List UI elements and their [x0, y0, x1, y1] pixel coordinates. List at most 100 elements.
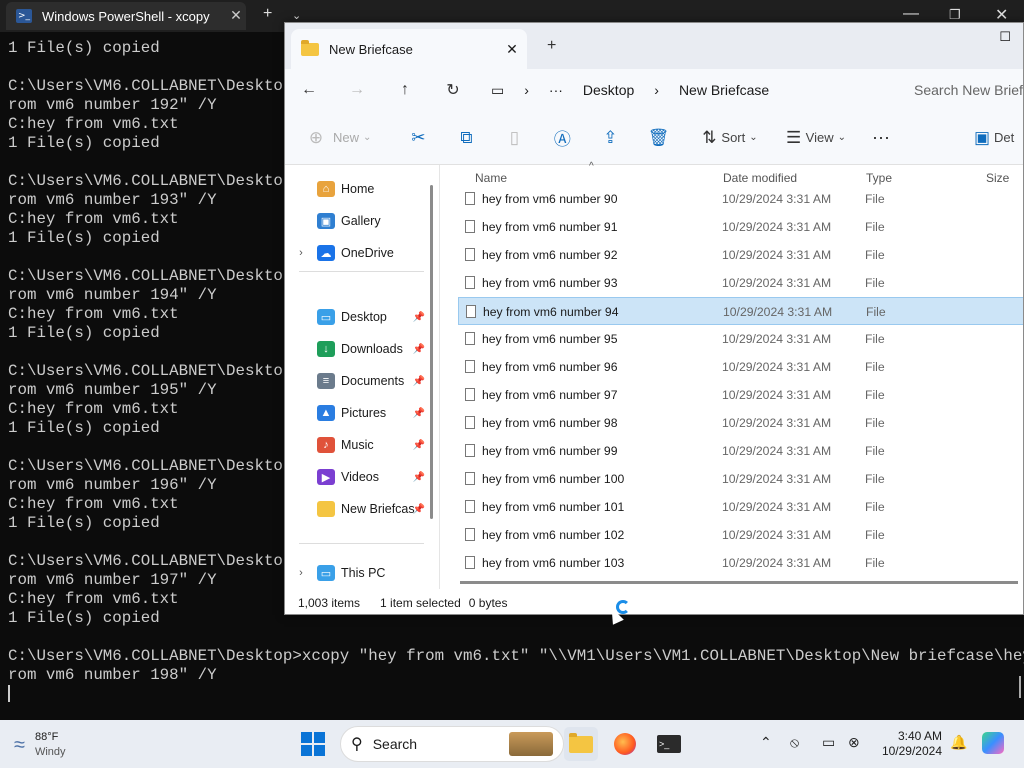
column-type[interactable]: Type	[866, 171, 892, 185]
pin-icon[interactable]: 📌	[413, 376, 425, 387]
sidebar-item-home[interactable]: ⌂ Home	[285, 175, 435, 203]
close-tab-icon[interactable]: ✕	[497, 41, 527, 58]
new-tab-icon[interactable]: +	[547, 37, 556, 55]
plus-icon: ⊕	[308, 127, 324, 147]
column-size[interactable]: Size	[986, 171, 1009, 185]
sidebar-item-this-pc[interactable]: › ▭ This PC	[285, 559, 435, 587]
breadcrumb: ▭ › ··· Desktop › New Briefcase	[481, 82, 779, 99]
chevron-down-icon[interactable]: ⌄	[292, 9, 301, 22]
copy-button[interactable]: ⧉	[449, 128, 483, 148]
file-row[interactable]: hey from vm6 number 98 10/29/2024 3:31 AM…	[458, 409, 1023, 437]
details-button[interactable]: ▣ Det	[970, 128, 1014, 148]
sidebar-item-desktop[interactable]: ▭ Desktop 📌	[285, 303, 435, 331]
sidebar-item-downloads[interactable]: ↓ Downloads 📌	[285, 335, 435, 363]
file-row[interactable]: hey from vm6 number 90 10/29/2024 3:31 AM…	[458, 185, 1023, 213]
maximize-icon[interactable]: ☐	[999, 29, 1011, 45]
minimize-icon[interactable]: —	[903, 5, 919, 23]
refresh-icon[interactable]: ↻	[429, 80, 477, 100]
file-type: File	[865, 248, 885, 262]
sidebar-item-gallery[interactable]: ▣ Gallery	[285, 207, 435, 235]
pin-icon[interactable]: 📌	[413, 344, 425, 355]
breadcrumb-desktop[interactable]: Desktop	[583, 82, 634, 98]
search-input[interactable]: Search New Briefc	[900, 73, 1023, 107]
sidebar-item-onedrive[interactable]: › ☁ OneDrive	[285, 239, 435, 267]
weather-widget[interactable]: ≈ 88°F Windy	[14, 730, 66, 760]
start-button[interactable]	[296, 727, 330, 761]
more-options-icon[interactable]: ···	[872, 127, 890, 148]
time: 3:40 AM	[897, 729, 942, 743]
sidebar-item-documents[interactable]: ≡ Documents 📌	[285, 367, 435, 395]
terminal-app[interactable]: >_	[652, 727, 686, 761]
cut-button[interactable]: ✂	[401, 128, 435, 148]
taskbar: ≈ 88°F Windy ⚲ Search >_ ⌃ ⦸ ▭ ⊗ 3:40 AM …	[0, 720, 1024, 768]
breadcrumb-new-briefcase[interactable]: New Briefcase	[679, 82, 769, 98]
explorer-tab[interactable]: New Briefcase ✕	[291, 29, 527, 69]
clock[interactable]: 3:40 AM 10/29/2024	[870, 729, 942, 759]
file-row[interactable]: hey from vm6 number 99 10/29/2024 3:31 AM…	[458, 437, 1023, 465]
forward-icon[interactable]: →	[333, 81, 381, 99]
restore-icon[interactable]: ❐	[949, 7, 961, 23]
view-button[interactable]: ☰ View ⌄	[782, 128, 846, 148]
chevron-up-icon[interactable]: ⌃	[760, 734, 772, 751]
file-row[interactable]: hey from vm6 number 103 10/29/2024 3:31 A…	[458, 549, 1023, 577]
file-row[interactable]: hey from vm6 number 102 10/29/2024 3:31 A…	[458, 521, 1023, 549]
file-row[interactable]: hey from vm6 number 94 10/29/2024 3:31 AM…	[458, 297, 1023, 325]
sidebar-item-pictures[interactable]: ▲ Pictures 📌	[285, 399, 435, 427]
sort-button[interactable]: ⇅ Sort ⌄	[697, 128, 757, 148]
up-icon[interactable]: ↑	[381, 81, 429, 99]
new-tab-icon[interactable]: +	[263, 5, 272, 23]
terminal-scrollbar[interactable]	[1019, 676, 1021, 698]
firefox-app[interactable]	[608, 727, 642, 761]
file-row[interactable]: hey from vm6 number 101 10/29/2024 3:31 A…	[458, 493, 1023, 521]
command-bar: ⊕ New ⌄ ✂ ⧉ ▯ Ⓐ ⇪ 🗑 ⇅ Sort ⌄ ☰ View ⌄ ··· ▣ Det	[285, 111, 1023, 165]
rename-button[interactable]: Ⓐ	[545, 125, 579, 150]
network-icon[interactable]: ⦸	[790, 734, 799, 751]
horizontal-scrollbar[interactable]	[460, 581, 1018, 584]
column-name[interactable]: Name	[475, 171, 507, 185]
pin-icon[interactable]: 📌	[413, 472, 425, 483]
file-row[interactable]: hey from vm6 number 95 10/29/2024 3:31 AM…	[458, 325, 1023, 353]
file-row[interactable]: hey from vm6 number 93 10/29/2024 3:31 AM…	[458, 269, 1023, 297]
column-date[interactable]: Date modified	[723, 171, 797, 185]
pin-icon[interactable]: 📌	[413, 312, 425, 323]
chevron-right-icon[interactable]: ›	[293, 567, 309, 579]
pin-icon[interactable]: 📌	[413, 440, 425, 451]
taskbar-search[interactable]: ⚲ Search	[340, 726, 564, 762]
display-icon[interactable]: ▭	[822, 734, 835, 751]
file-type: File	[865, 276, 885, 290]
new-button[interactable]: ⊕ New ⌄	[299, 127, 372, 148]
pin-icon[interactable]: 📌	[413, 408, 425, 419]
sidebar-item-videos[interactable]: ▶ Videos 📌	[285, 463, 435, 491]
close-tab-icon[interactable]: ✕	[226, 8, 246, 24]
monitor-icon[interactable]: ▭	[491, 82, 504, 99]
sidebar-item-label: This PC	[341, 566, 386, 580]
file-icon	[466, 305, 476, 318]
bell-icon[interactable]: 🔔	[950, 734, 967, 751]
file-row[interactable]: hey from vm6 number 97 10/29/2024 3:31 AM…	[458, 381, 1023, 409]
file-explorer-app[interactable]	[564, 727, 598, 761]
paste-button[interactable]: ▯	[497, 128, 531, 148]
sidebar-item-music[interactable]: ♪ Music 📌	[285, 431, 435, 459]
firefox-icon	[614, 733, 636, 755]
terminal-tab[interactable]: >_ Windows PowerShell - xcopy ✕	[6, 2, 246, 30]
downloads-icon: ↓	[317, 341, 335, 357]
file-row[interactable]: hey from vm6 number 100 10/29/2024 3:31 A…	[458, 465, 1023, 493]
file-row[interactable]: hey from vm6 number 96 10/29/2024 3:31 AM…	[458, 353, 1023, 381]
chevron-right-icon[interactable]: ›	[293, 247, 309, 259]
file-type: File	[865, 360, 885, 374]
file-list: Name ^ Date modified Type Size hey from …	[445, 161, 1023, 589]
back-icon[interactable]: ←	[285, 81, 333, 99]
sidebar-item-label: OneDrive	[341, 246, 394, 260]
file-row[interactable]: hey from vm6 number 92 10/29/2024 3:31 AM…	[458, 241, 1023, 269]
pin-icon[interactable]: 📌	[413, 504, 425, 515]
volume-muted-icon[interactable]: ⊗	[848, 734, 860, 751]
sidebar-item-new-briefcas[interactable]: New Briefcas 📌	[285, 495, 435, 523]
copilot-icon[interactable]	[982, 732, 1004, 754]
sidebar-scrollbar[interactable]	[430, 185, 433, 519]
terminal-icon: >_	[657, 735, 681, 753]
share-button[interactable]: ⇪	[593, 128, 627, 148]
delete-button[interactable]: 🗑	[641, 128, 675, 148]
more-icon[interactable]: ···	[549, 82, 563, 98]
file-row[interactable]: hey from vm6 number 91 10/29/2024 3:31 AM…	[458, 213, 1023, 241]
file-type: File	[865, 388, 885, 402]
